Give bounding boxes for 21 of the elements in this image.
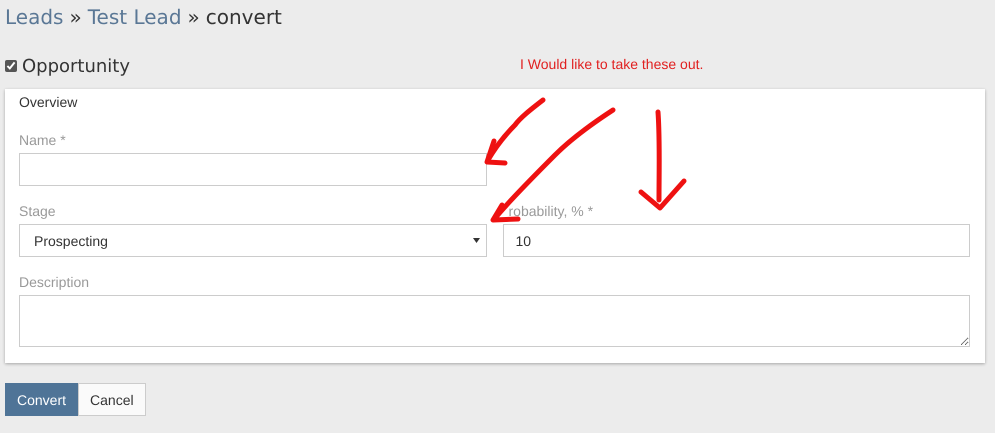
input-field[interactable]: 10	[502, 224, 970, 257]
caret-icon	[472, 238, 480, 243]
opportunity-checkbox[interactable]	[5, 60, 17, 72]
breadcrumb-separator: »	[188, 5, 200, 29]
annotation-note: I Would like to take these out.	[520, 56, 704, 72]
select-value: Prospecting	[34, 232, 108, 248]
field-label: Name *	[19, 132, 67, 148]
stage-select[interactable]: Prospecting	[19, 224, 486, 257]
field-label: robability, % *	[508, 203, 594, 219]
breadcrumb-link[interactable]: Test Lead	[88, 5, 182, 29]
breadcrumb-link[interactable]: Leads	[5, 5, 64, 29]
field-label: Stage	[19, 203, 57, 219]
breadcrumb-current: convert	[206, 5, 282, 29]
panel-title: Overview	[19, 94, 78, 112]
description-field[interactable]	[19, 295, 970, 347]
convert-button[interactable]: Convert	[5, 383, 78, 416]
field-label: Description	[19, 274, 90, 290]
input-field[interactable]	[19, 153, 487, 186]
breadcrumb-separator: »	[69, 5, 82, 29]
cancel-button[interactable]: Cancel	[78, 383, 146, 416]
opportunity-label: Opportunity	[22, 56, 130, 76]
